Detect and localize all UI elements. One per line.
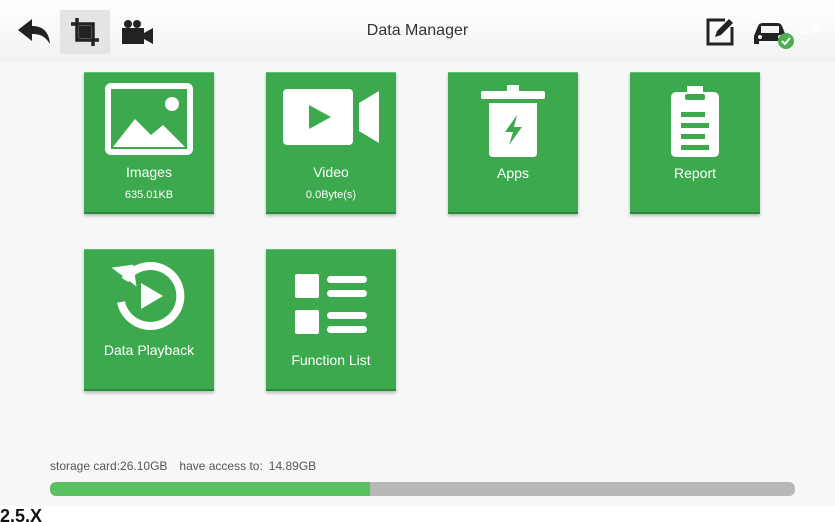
report-tile[interactable]: Report [630,72,760,214]
images-tile[interactable]: Images 635.01KB [84,72,214,214]
tile-label: Report [673,165,717,181]
storage-progress-fill [50,482,371,496]
storage-info: storage card:26.10GB have access to: 14.89… [50,459,328,473]
vehicle-connection-status[interactable] [750,14,796,50]
figure-caption: 2.5.X [0,506,43,522]
replay-icon [111,262,185,330]
battery-voltage: 12.3V [798,25,822,35]
function-list-tile[interactable]: Function List [266,249,396,391]
check-icon [778,33,794,49]
storage-access-label: have access to: [179,459,263,473]
play-video-icon [283,89,379,145]
video-tile[interactable]: Video 0.0Byte(s) [266,72,396,214]
edit-icon [706,18,734,46]
data-playback-tile[interactable]: Data Playback [84,249,214,391]
tile-label: Data Playback [103,342,195,358]
tile-label: Images [126,164,172,180]
tile-label: Function List [291,352,371,368]
storage-access-value: 14.89GB [268,459,317,473]
trash-bolt-icon [481,85,545,157]
tile-size: 635.01KB [124,189,174,201]
storage-card-size: storage card:26.10GB [50,459,168,473]
apps-tile[interactable]: Apps [448,72,578,214]
top-bar: Data Manager 12.3V [0,0,835,62]
car-icon [754,23,794,49]
clipboard-icon [671,86,719,157]
storage-progress-bar [50,482,795,496]
list-icon [295,274,367,334]
tile-size: 0.0Byte(s) [305,189,357,201]
edit-button[interactable] [700,14,740,50]
tile-label: Apps [497,165,529,181]
tile-label: Video [313,164,349,180]
data-manager-screen: Data Manager 12.3V Images 635.01KB Video… [0,0,835,506]
image-icon [105,83,193,155]
